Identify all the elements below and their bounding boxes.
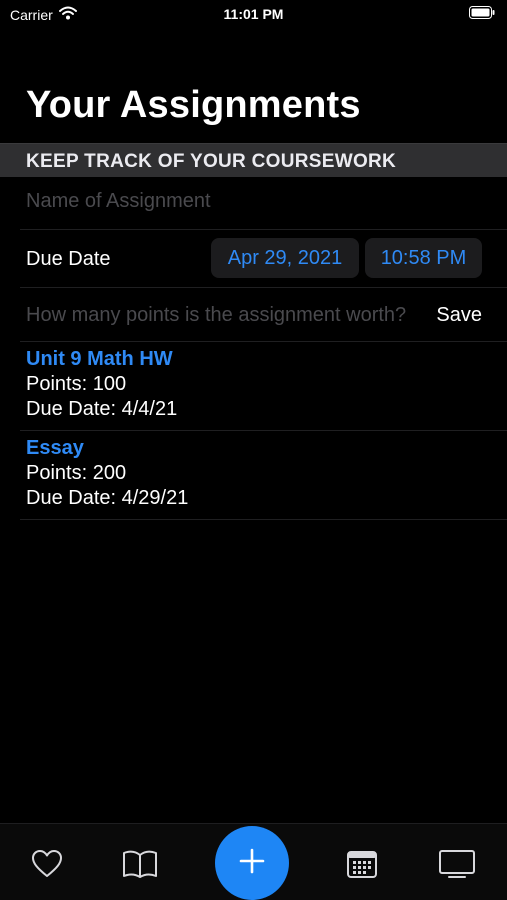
tab-calendar[interactable] — [342, 846, 382, 886]
status-bar: Carrier 11:01 PM — [0, 0, 507, 28]
tab-favorites[interactable] — [27, 846, 67, 886]
due-date-label: Due Date — [26, 248, 111, 270]
section-header-label: KEEP TRACK OF YOUR COURSEWORK — [26, 151, 397, 172]
save-button[interactable]: Save — [436, 304, 482, 327]
heart-icon — [31, 849, 63, 884]
assignment-due-date: Due Date: 4/29/21 — [26, 487, 189, 509]
add-assignment-button[interactable] — [215, 826, 289, 900]
assignment-title: Essay — [26, 437, 84, 459]
tv-icon — [438, 849, 476, 884]
due-date-row: Due Date Apr 29, 2021 10:58 PM — [0, 230, 507, 288]
page-title: Your Assignments — [26, 84, 361, 126]
assignment-due-date: Due Date: 4/4/21 — [26, 398, 178, 420]
points-row: Save — [0, 288, 507, 342]
assignment-list-item[interactable]: Essay Points: 200 Due Date: 4/29/21 — [0, 431, 507, 520]
tab-tv[interactable] — [437, 846, 477, 886]
assignment-points: Points: 200 — [26, 462, 127, 484]
assignment-title: Unit 9 Math HW — [26, 348, 173, 370]
assignment-points: Points: 100 — [26, 373, 127, 395]
assignment-list-item[interactable]: Unit 9 Math HW Points: 100 Due Date: 4/4… — [0, 342, 507, 431]
section-header: KEEP TRACK OF YOUR COURSEWORK — [0, 143, 507, 177]
separator — [20, 519, 507, 520]
book-icon — [122, 849, 158, 884]
status-time: 11:01 PM — [223, 6, 284, 22]
points-input[interactable] — [26, 304, 426, 327]
tab-library[interactable] — [120, 846, 160, 886]
battery-icon — [469, 6, 495, 19]
assignment-name-row — [0, 178, 507, 230]
date-picker-button[interactable]: Apr 29, 2021 — [211, 238, 359, 278]
assignment-name-input[interactable] — [26, 190, 486, 213]
calendar-icon — [346, 849, 378, 884]
time-picker-button[interactable]: 10:58 PM — [365, 238, 482, 278]
plus-icon — [238, 847, 266, 880]
